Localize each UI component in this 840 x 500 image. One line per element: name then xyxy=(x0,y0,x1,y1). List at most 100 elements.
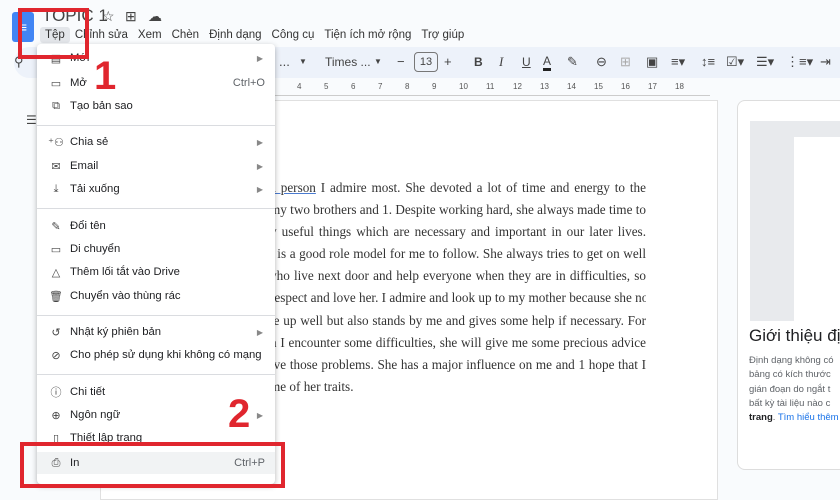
link-icon[interactable]: ⊖ xyxy=(596,54,607,70)
checklist-icon[interactable]: ☑▾ xyxy=(726,54,744,70)
menu-item-download[interactable]: ⤓ Tải xuống ▶ xyxy=(37,178,275,200)
font-dropdown[interactable]: Times ... xyxy=(325,55,371,69)
outline-icon[interactable]: ☰ xyxy=(26,113,37,127)
ruler[interactable]: 3456789101112131415161718 xyxy=(270,82,710,96)
panel-body: Định dạng không có bảng có kích thước gi… xyxy=(749,354,840,425)
ruler-tick-label: 17 xyxy=(648,82,657,91)
menu-item-folder[interactable]: ▭ Mở Ctrl+O xyxy=(37,72,275,94)
cloud-status-icon[interactable]: ☁ xyxy=(148,8,162,25)
menu-item-drive-shortcut[interactable]: △ Thêm lối tắt vào Drive xyxy=(37,261,275,283)
chevron-down-icon[interactable]: ▼ xyxy=(299,57,307,66)
folder-icon: ▭ xyxy=(50,77,62,90)
underline-button[interactable]: U xyxy=(522,55,531,69)
ruler-tick-label: 10 xyxy=(459,82,468,91)
menu-format[interactable]: Định dạng xyxy=(204,27,266,43)
submenu-arrow-icon: ▶ xyxy=(256,137,263,147)
menu-item-rename[interactable]: ✎ Đổi tên xyxy=(37,215,275,237)
shortcut-label: Ctrl+O xyxy=(232,77,265,89)
move-folder-icon[interactable]: ⊞ xyxy=(125,8,137,25)
ruler-tick-label: 8 xyxy=(405,82,410,91)
ruler-tick-label: 5 xyxy=(324,82,329,91)
style-dropdown[interactable]: ... xyxy=(279,54,290,69)
image-icon[interactable]: ▣ xyxy=(646,54,658,70)
menu-item-label: Di chuyển xyxy=(70,243,121,255)
text-line: me of her traits. xyxy=(270,376,646,398)
menu-extensions[interactable]: Tiện ích mở rộng xyxy=(319,27,416,43)
menu-item-history[interactable]: ↺ Nhật ký phiên bản ▶ xyxy=(37,321,275,343)
text-color-button[interactable]: A xyxy=(543,54,552,71)
menu-item-label: Tải xuống xyxy=(70,183,120,195)
menu-item-label: Cho phép sử dụng khi không có mạng xyxy=(70,349,262,361)
offline-icon: ⊘ xyxy=(51,349,61,362)
decrease-font-button[interactable]: − xyxy=(397,54,405,69)
bold-button[interactable]: B xyxy=(474,55,483,69)
ruler-tick-label: 16 xyxy=(621,82,630,91)
ruler-tick-label: 7 xyxy=(378,82,383,91)
star-icon[interactable]: ☆ xyxy=(102,8,115,25)
text-line: lve those problems. She has a major infl… xyxy=(270,354,646,376)
align-icon[interactable]: ≡▾ xyxy=(671,54,685,70)
text-line: y useful things which are necessary and … xyxy=(270,221,646,243)
line-text: vho live next door and help everyone whe… xyxy=(270,268,646,284)
menu-item-email[interactable]: ✉ Email ▶ xyxy=(37,155,275,177)
rename-icon: ✎ xyxy=(51,220,61,233)
font-size-input[interactable]: 13 xyxy=(414,52,438,72)
line-text: : is a good role model for me to follow.… xyxy=(270,246,646,262)
line-text: my two brothers and 1. Despite working h… xyxy=(270,202,646,218)
submenu-arrow-icon: ▶ xyxy=(256,184,263,194)
menu-view[interactable]: Xem xyxy=(133,27,167,43)
comment-icon[interactable]: ⊞ xyxy=(620,54,631,70)
submenu-arrow-icon: ▶ xyxy=(256,161,263,171)
download-icon: ⤓ xyxy=(53,182,59,195)
highlight-icon[interactable]: ✎ xyxy=(567,54,578,70)
menu-separator xyxy=(37,208,275,209)
line-spacing-icon[interactable]: ↕≡ xyxy=(701,54,715,69)
menu-help[interactable]: Trợ giúp xyxy=(416,27,469,43)
menu-item-move[interactable]: ▭ Di chuyển xyxy=(37,238,275,260)
menu-item-offline[interactable]: ⊘ Cho phép sử dụng khi không có mạng xyxy=(37,344,275,366)
line-text: I admire most. She devoted a lot of time… xyxy=(315,180,646,195)
menu-item-label: Chia sẻ xyxy=(70,136,109,148)
ruler-tick-label: 14 xyxy=(567,82,576,91)
menu-item-label: Tạo bản sao xyxy=(70,100,133,112)
menu-item-label: Thêm lối tắt vào Drive xyxy=(70,266,180,278)
menu-item-label: Email xyxy=(70,160,99,172)
panel-title: Giới thiệu đị xyxy=(749,326,840,345)
menu-item-copy[interactable]: ⧉ Tạo bản sao xyxy=(37,95,275,117)
document-body[interactable]: a person I admire most. She devoted a lo… xyxy=(270,177,646,398)
text-line: : is a good role model for me to follow.… xyxy=(270,243,646,265)
ruler-tick-label: 12 xyxy=(513,82,522,91)
drive-shortcut-icon: △ xyxy=(51,266,61,279)
submenu-arrow-icon: ▶ xyxy=(256,327,263,337)
numbered-list-icon[interactable]: ⋮≡▾ xyxy=(786,54,813,70)
panel-text: bảng có kích thước xyxy=(749,369,831,381)
learn-more-link[interactable]: Tìm hiểu thêm xyxy=(778,412,839,423)
globe-icon: ⊕ xyxy=(51,409,61,422)
panel-text: gián đoạn do ngắt t xyxy=(749,383,831,395)
move-icon: ▭ xyxy=(50,243,62,256)
line-text: me of her traits. xyxy=(270,378,354,394)
menu-insert[interactable]: Chèn xyxy=(167,27,205,43)
annotation-step-1: 1 xyxy=(94,54,117,98)
italic-button[interactable]: I xyxy=(499,54,503,70)
increase-font-button[interactable]: + xyxy=(444,54,452,69)
info-icon: ⓘ xyxy=(50,387,62,399)
chevron-down-icon[interactable]: ▼ xyxy=(374,57,382,66)
share-icon: ⁺⚇ xyxy=(48,136,64,149)
annotation-box-1 xyxy=(18,8,89,59)
menu-item-share[interactable]: ⁺⚇ Chia sẻ ▶ xyxy=(37,131,275,153)
indent-icon[interactable]: ⇥ xyxy=(820,54,831,70)
ruler-tick-label: 4 xyxy=(297,82,302,91)
bullet-list-icon[interactable]: ☰▾ xyxy=(756,54,774,70)
menu-item-label: Ngôn ngữ xyxy=(70,409,121,421)
menu-item-label: Đổi tên xyxy=(70,220,106,232)
line-text: y useful things which are necessary and … xyxy=(270,224,646,240)
ruler-tick-label: 13 xyxy=(540,82,549,91)
ruler-tick-label: 6 xyxy=(351,82,356,91)
outline-gutter: ☰ xyxy=(0,100,40,500)
menu-item-trash[interactable]: 🗑 Chuyển vào thùng rác xyxy=(37,285,275,307)
line-text: respect and love her. I admire and look … xyxy=(270,290,646,306)
menu-tools[interactable]: Công cụ xyxy=(267,27,320,43)
copy-icon: ⧉ xyxy=(52,99,60,112)
text-line: a person I admire most. She devoted a lo… xyxy=(270,177,646,199)
